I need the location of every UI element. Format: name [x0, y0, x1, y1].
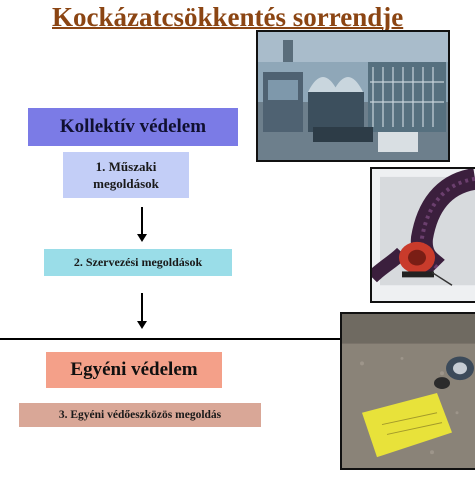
- ventilation-fan-duct-photo: [370, 167, 475, 303]
- page-title: Kockázatcsökkentés sorrendje: [52, 2, 404, 32]
- step-organizational-solutions: 2. Szervezési megoldások: [44, 249, 232, 276]
- step-ppe-solution: 3. Egyéni védőeszközös megoldás: [19, 403, 261, 427]
- collective-protection-heading: Kollektív védelem: [28, 108, 238, 146]
- industrial-machinery-photo: [256, 30, 450, 162]
- step-technical-solutions: 1. Műszaki megoldások: [63, 152, 189, 198]
- arrow-down-icon: [137, 293, 147, 329]
- protective-gear-on-floor-photo: [340, 312, 475, 470]
- individual-protection-heading: Egyéni védelem: [46, 352, 222, 388]
- arrow-down-icon: [137, 207, 147, 242]
